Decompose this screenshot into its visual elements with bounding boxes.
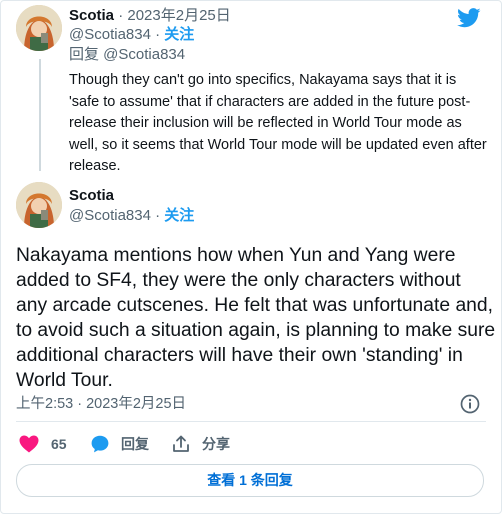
- avatar-image: [16, 182, 62, 228]
- follow-link[interactable]: 关注: [164, 26, 194, 43]
- tweet-timestamp[interactable]: 上午2:53 · 2023年2月25日: [16, 395, 186, 413]
- like-count: 65: [51, 436, 67, 452]
- heart-icon: [19, 435, 39, 453]
- main-handle-line: @Scotia834 · 关注: [69, 207, 194, 225]
- avatar-image: [16, 5, 62, 51]
- reply-handle-line: @Scotia834 · 关注: [69, 26, 194, 44]
- speech-bubble-icon: [91, 435, 109, 453]
- separator: ·: [118, 7, 124, 24]
- follow-link[interactable]: 关注: [164, 207, 194, 224]
- reply-button[interactable]: 回复: [91, 433, 149, 455]
- like-button[interactable]: 65: [19, 433, 67, 455]
- author-name[interactable]: Scotia: [69, 187, 114, 204]
- separator: ·: [155, 26, 161, 43]
- share-label: 分享: [202, 436, 230, 452]
- reply-label: 回复: [121, 436, 149, 452]
- author-handle[interactable]: @Scotia834: [69, 26, 151, 43]
- tweet-date[interactable]: 2023年2月25日: [127, 7, 230, 24]
- avatar[interactable]: [16, 182, 62, 228]
- main-author-line: Scotia: [69, 187, 114, 205]
- share-icon: [173, 435, 189, 452]
- divider: [16, 421, 486, 422]
- separator: ·: [155, 207, 161, 224]
- thread-connector: [39, 59, 41, 171]
- avatar[interactable]: [16, 5, 62, 51]
- main-tweet-text: Nakayama mentions how when Yun and Yang …: [16, 245, 496, 391]
- share-button[interactable]: 分享: [172, 433, 230, 455]
- author-name[interactable]: Scotia: [69, 7, 114, 24]
- view-replies-button[interactable]: 查看 1 条回复: [16, 464, 484, 497]
- tweet-card: Scotia · 2023年2月25日 @Scotia834 · 关注 回复 @…: [0, 0, 502, 514]
- reply-to-line[interactable]: 回复 @Scotia834: [69, 46, 185, 64]
- twitter-bird-icon[interactable]: [457, 8, 481, 28]
- reply-author-line: Scotia · 2023年2月25日: [69, 7, 231, 25]
- info-icon[interactable]: [459, 393, 481, 415]
- author-handle[interactable]: @Scotia834: [69, 207, 151, 224]
- reply-tweet-text: Though they can't go into specifics, Nak…: [69, 72, 487, 175]
